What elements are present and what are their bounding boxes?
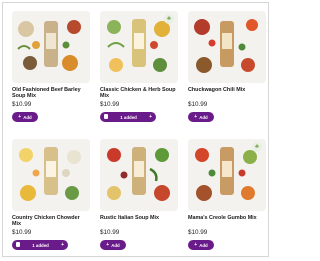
plus-icon: + [18,113,22,120]
increment-button[interactable]: + [61,241,64,248]
cart-quantity-label: 1 added [120,114,137,120]
product-grid-panel: Old Fashioned Beef Barley Soup Mix $10.9… [2,2,269,257]
product-image[interactable] [12,11,90,83]
product-name[interactable]: Classic Chicken & Herb Soup Mix [100,87,178,100]
plus-icon: + [194,113,198,120]
product-name[interactable]: Old Fashioned Beef Barley Soup Mix [12,87,90,100]
plus-icon: + [194,241,198,248]
add-label: Add [199,114,208,120]
add-label: Add [111,242,120,248]
quantity-stepper: 1 added + [100,112,156,122]
product-price: $10.99 [12,229,32,236]
remove-button[interactable] [104,113,108,121]
plus-icon: + [61,241,64,248]
product-card: ♣ Mama's Creole Gumbo Mix $10.99 + Add [188,139,266,261]
product-name[interactable]: Mama's Creole Gumbo Mix [188,215,266,228]
product-photo [188,11,266,83]
product-grid: Old Fashioned Beef Barley Soup Mix $10.9… [12,11,266,261]
trash-icon [104,113,108,119]
cart-quantity-label: 1 added [32,242,49,248]
plus-icon: + [149,113,152,120]
increment-button[interactable]: + [149,113,152,120]
plus-icon: + [106,241,110,248]
product-name[interactable]: Country Chicken Chowder Mix [12,215,90,228]
product-image[interactable]: ♣ [188,139,266,211]
product-photo [100,139,178,211]
product-image[interactable] [188,11,266,83]
product-card: Rustic Italian Soup Mix $10.99 + Add [100,139,178,261]
remove-button[interactable] [16,241,20,249]
product-card: Chuckwagon Chili Mix $10.99 + Add [188,11,266,133]
add-label: Add [199,242,208,248]
product-photo [12,139,90,211]
product-price: $10.99 [12,101,32,108]
add-label: Add [23,114,32,120]
quantity-stepper: 1 added + [12,240,68,250]
leaf-icon: ♣ [252,142,262,152]
product-name[interactable]: Rustic Italian Soup Mix [100,215,178,228]
product-price: $10.99 [188,229,208,236]
product-price: $10.99 [100,101,120,108]
trash-icon [16,241,20,247]
product-photo [12,11,90,83]
add-button[interactable]: + Add [12,112,38,122]
add-button[interactable]: + Add [188,112,214,122]
product-card: ♣ Classic Chicken & Herb Soup Mix $10.99… [100,11,178,133]
product-price: $10.99 [188,101,208,108]
product-card: Old Fashioned Beef Barley Soup Mix $10.9… [12,11,90,133]
add-button[interactable]: + Add [100,240,126,250]
product-image[interactable] [12,139,90,211]
product-card: Country Chicken Chowder Mix $10.99 1 add… [12,139,90,261]
product-name[interactable]: Chuckwagon Chili Mix [188,87,266,100]
leaf-icon: ♣ [164,14,174,24]
product-price: $10.99 [100,229,120,236]
product-image[interactable]: ♣ [100,11,178,83]
add-button[interactable]: + Add [188,240,214,250]
product-image[interactable] [100,139,178,211]
